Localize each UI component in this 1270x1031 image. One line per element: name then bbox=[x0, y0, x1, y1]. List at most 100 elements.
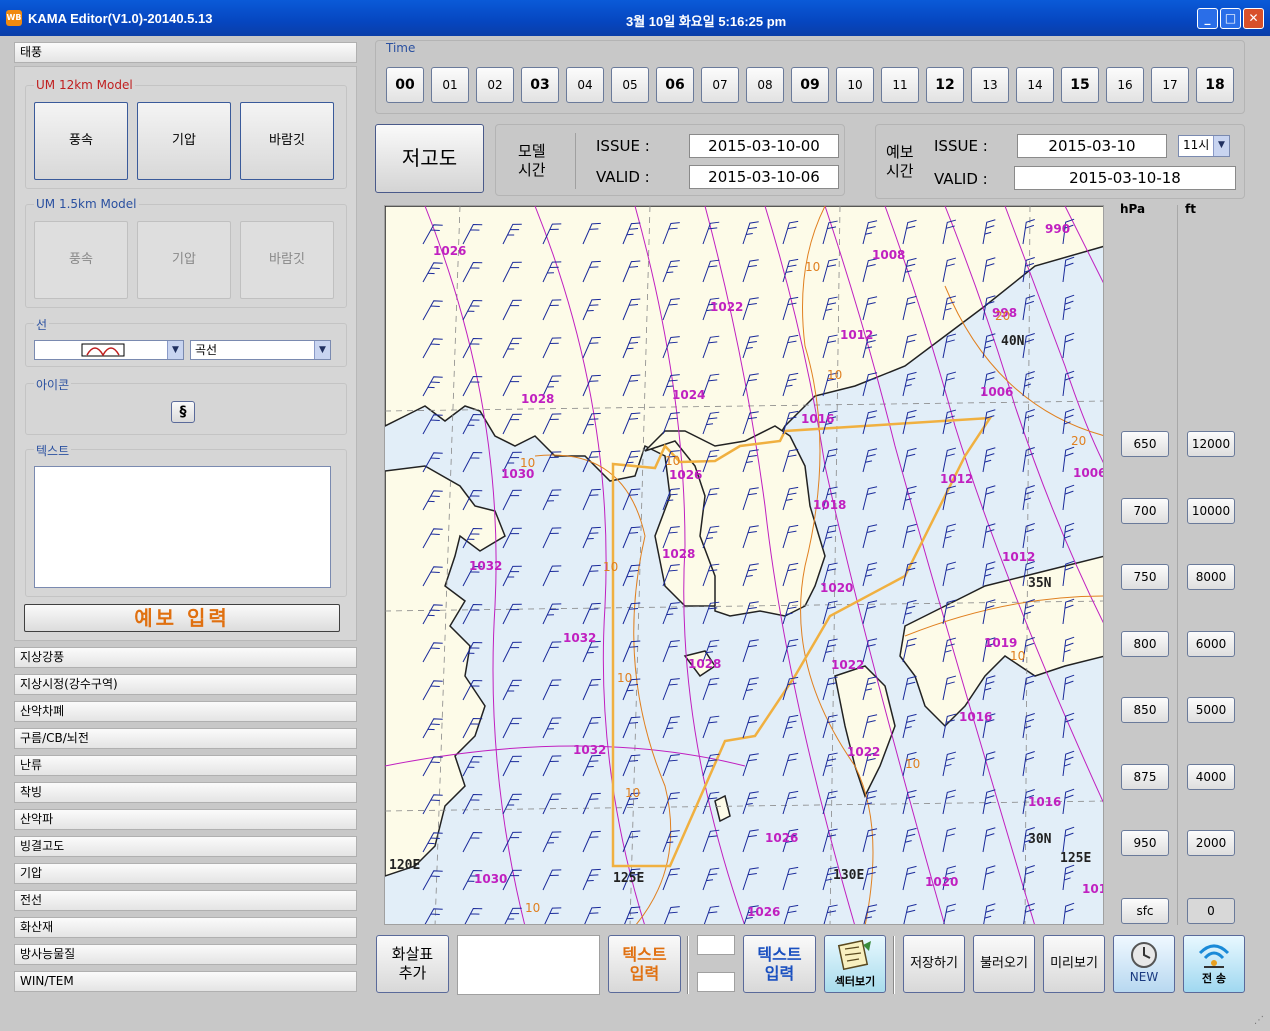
category-typhoon[interactable]: 태풍 bbox=[14, 42, 357, 63]
time-button-11[interactable]: 11 bbox=[881, 67, 919, 103]
time-button-10[interactable]: 10 bbox=[836, 67, 874, 103]
hpa-level-button[interactable]: 800 bbox=[1121, 631, 1169, 657]
minimize-button[interactable]: _ bbox=[1197, 8, 1218, 29]
hpa-level-button[interactable]: 850 bbox=[1121, 697, 1169, 723]
ft-level-button[interactable]: 6000 bbox=[1187, 631, 1235, 657]
um15-pressure-button[interactable]: 기압 bbox=[137, 221, 231, 299]
time-button-09[interactable]: 09 bbox=[791, 67, 829, 103]
hpa-level-button[interactable]: 950 bbox=[1121, 830, 1169, 856]
forecast-valid-field[interactable]: 2015-03-10-18 bbox=[1014, 166, 1236, 190]
wind-barb bbox=[582, 868, 601, 891]
time-button-12[interactable]: 12 bbox=[926, 67, 964, 103]
hpa-level-button[interactable]: 650 bbox=[1121, 431, 1169, 457]
time-button-06[interactable]: 06 bbox=[656, 67, 694, 103]
text-input-button-2[interactable]: 텍스트 입력 bbox=[743, 935, 816, 993]
new-button[interactable]: NEW bbox=[1113, 935, 1175, 993]
forecast-input-button[interactable]: 예보 입력 bbox=[24, 604, 340, 632]
time-button-04[interactable]: 04 bbox=[566, 67, 604, 103]
um15-windbarb-button[interactable]: 바람깃 bbox=[240, 221, 334, 299]
line-type-select[interactable]: 곡선 ▼ bbox=[190, 340, 331, 360]
hpa-level-button[interactable]: 750 bbox=[1121, 564, 1169, 590]
chevron-down-icon[interactable]: ▼ bbox=[1213, 136, 1229, 156]
time-button-07[interactable]: 07 bbox=[701, 67, 739, 103]
send-button[interactable]: 전 송 bbox=[1183, 935, 1245, 993]
chevron-down-icon[interactable]: ▼ bbox=[167, 341, 183, 359]
wind-barb bbox=[942, 371, 957, 397]
time-button-14[interactable]: 14 bbox=[1016, 67, 1054, 103]
preview-button[interactable]: 미리보기 bbox=[1043, 935, 1105, 993]
category-item[interactable]: 지상강풍 bbox=[14, 647, 357, 668]
ft-level-button[interactable]: 8000 bbox=[1187, 564, 1235, 590]
category-item[interactable]: 기압 bbox=[14, 863, 357, 884]
low-altitude-button[interactable]: 저고도 bbox=[375, 124, 484, 193]
time-button-17[interactable]: 17 bbox=[1151, 67, 1189, 103]
sector-view-button[interactable]: 섹터보기 bbox=[824, 935, 886, 993]
time-button-18[interactable]: 18 bbox=[1196, 67, 1234, 103]
isobar-label: 1018 bbox=[813, 498, 847, 512]
ft-level-button[interactable]: 5000 bbox=[1187, 697, 1235, 723]
load-button[interactable]: 불러오기 bbox=[973, 935, 1035, 993]
category-item[interactable]: 착빙 bbox=[14, 782, 357, 803]
time-button-01[interactable]: 01 bbox=[431, 67, 469, 103]
category-item[interactable]: 산악파 bbox=[14, 809, 357, 830]
hpa-level-button[interactable]: 700 bbox=[1121, 498, 1169, 524]
time-button-05[interactable]: 05 bbox=[611, 67, 649, 103]
line-type-value: 곡선 bbox=[195, 343, 218, 357]
category-item[interactable]: 난류 bbox=[14, 755, 357, 776]
forecast-issue-field[interactable]: 2015-03-10 bbox=[1017, 134, 1167, 158]
time-button-08[interactable]: 08 bbox=[746, 67, 784, 103]
wind-barb bbox=[1022, 446, 1035, 473]
model-valid-field[interactable]: 2015-03-10-06 bbox=[689, 165, 839, 189]
text-preview-box-2[interactable] bbox=[697, 972, 735, 992]
time-button-02[interactable]: 02 bbox=[476, 67, 514, 103]
ft-level-button[interactable]: 0 bbox=[1187, 898, 1235, 924]
time-button-16[interactable]: 16 bbox=[1106, 67, 1144, 103]
time-button-15[interactable]: 15 bbox=[1061, 67, 1099, 103]
hpa-level-button[interactable]: sfc bbox=[1121, 898, 1169, 924]
category-item[interactable]: 빙결고도 bbox=[14, 836, 357, 857]
arrow-preview-box[interactable] bbox=[457, 935, 600, 995]
time-button-13[interactable]: 13 bbox=[971, 67, 1009, 103]
text-preview-box-1[interactable] bbox=[697, 935, 735, 955]
line-style-select[interactable]: ▼ bbox=[34, 340, 184, 360]
add-arrow-button[interactable]: 화살표 추가 bbox=[376, 935, 449, 993]
isobar-label: 1008 bbox=[872, 248, 906, 262]
wind-barb bbox=[942, 561, 957, 587]
um12-windbarb-button[interactable]: 바람깃 bbox=[240, 102, 334, 180]
ft-level-button[interactable]: 2000 bbox=[1187, 830, 1235, 856]
ft-level-button[interactable]: 12000 bbox=[1187, 431, 1235, 457]
save-button[interactable]: 저장하기 bbox=[903, 935, 965, 993]
um15-windspeed-button[interactable]: 풍속 bbox=[34, 221, 128, 299]
category-item[interactable]: 산악차폐 bbox=[14, 701, 357, 722]
resize-grip-icon[interactable]: ⋰ bbox=[1254, 1015, 1266, 1027]
category-item[interactable]: 구름/CB/뇌전 bbox=[14, 728, 357, 749]
typhoon-symbol-icon[interactable]: § bbox=[171, 401, 195, 423]
category-item[interactable]: 방사능물질 bbox=[14, 944, 357, 965]
weather-map[interactable]: 1026 1008 990 1022 1012 998 1028 1024 1016 1006 10… bbox=[384, 205, 1104, 925]
isobar-label: 1032 bbox=[563, 631, 597, 645]
wind-barb bbox=[862, 828, 878, 853]
ft-level-button[interactable]: 10000 bbox=[1187, 498, 1235, 524]
text-input-button-1[interactable]: 텍스트 입력 bbox=[608, 935, 681, 993]
category-item[interactable]: WIN/TEM bbox=[14, 971, 357, 992]
category-item[interactable]: 지상시정(강수구역) bbox=[14, 674, 357, 695]
maximize-button[interactable]: □ bbox=[1220, 8, 1241, 29]
close-button[interactable]: ✕ bbox=[1243, 8, 1264, 29]
time-button-03[interactable]: 03 bbox=[521, 67, 559, 103]
um12-pressure-button[interactable]: 기압 bbox=[137, 102, 231, 180]
wind-barb bbox=[1062, 332, 1075, 359]
model-issue-field[interactable]: 2015-03-10-00 bbox=[689, 134, 839, 158]
category-item[interactable]: 전선 bbox=[14, 890, 357, 911]
chevron-down-icon[interactable]: ▼ bbox=[314, 341, 330, 359]
um12-windspeed-button[interactable]: 풍속 bbox=[34, 102, 128, 180]
wind-barb bbox=[1062, 408, 1075, 435]
wind-barb bbox=[1022, 332, 1035, 359]
isobar-label: 1006 bbox=[1073, 466, 1104, 480]
hpa-level-button[interactable]: 875 bbox=[1121, 764, 1169, 790]
ft-level-button[interactable]: 4000 bbox=[1187, 764, 1235, 790]
forecast-time-box: 예보 시간 ISSUE : VALID : 2015-03-10 11시 ▼ 2… bbox=[875, 124, 1245, 199]
text-input-area[interactable] bbox=[34, 466, 331, 588]
time-button-00[interactable]: 00 bbox=[386, 67, 424, 103]
category-item[interactable]: 화산재 bbox=[14, 917, 357, 938]
forecast-hour-select[interactable]: 11시 ▼ bbox=[1178, 135, 1230, 157]
